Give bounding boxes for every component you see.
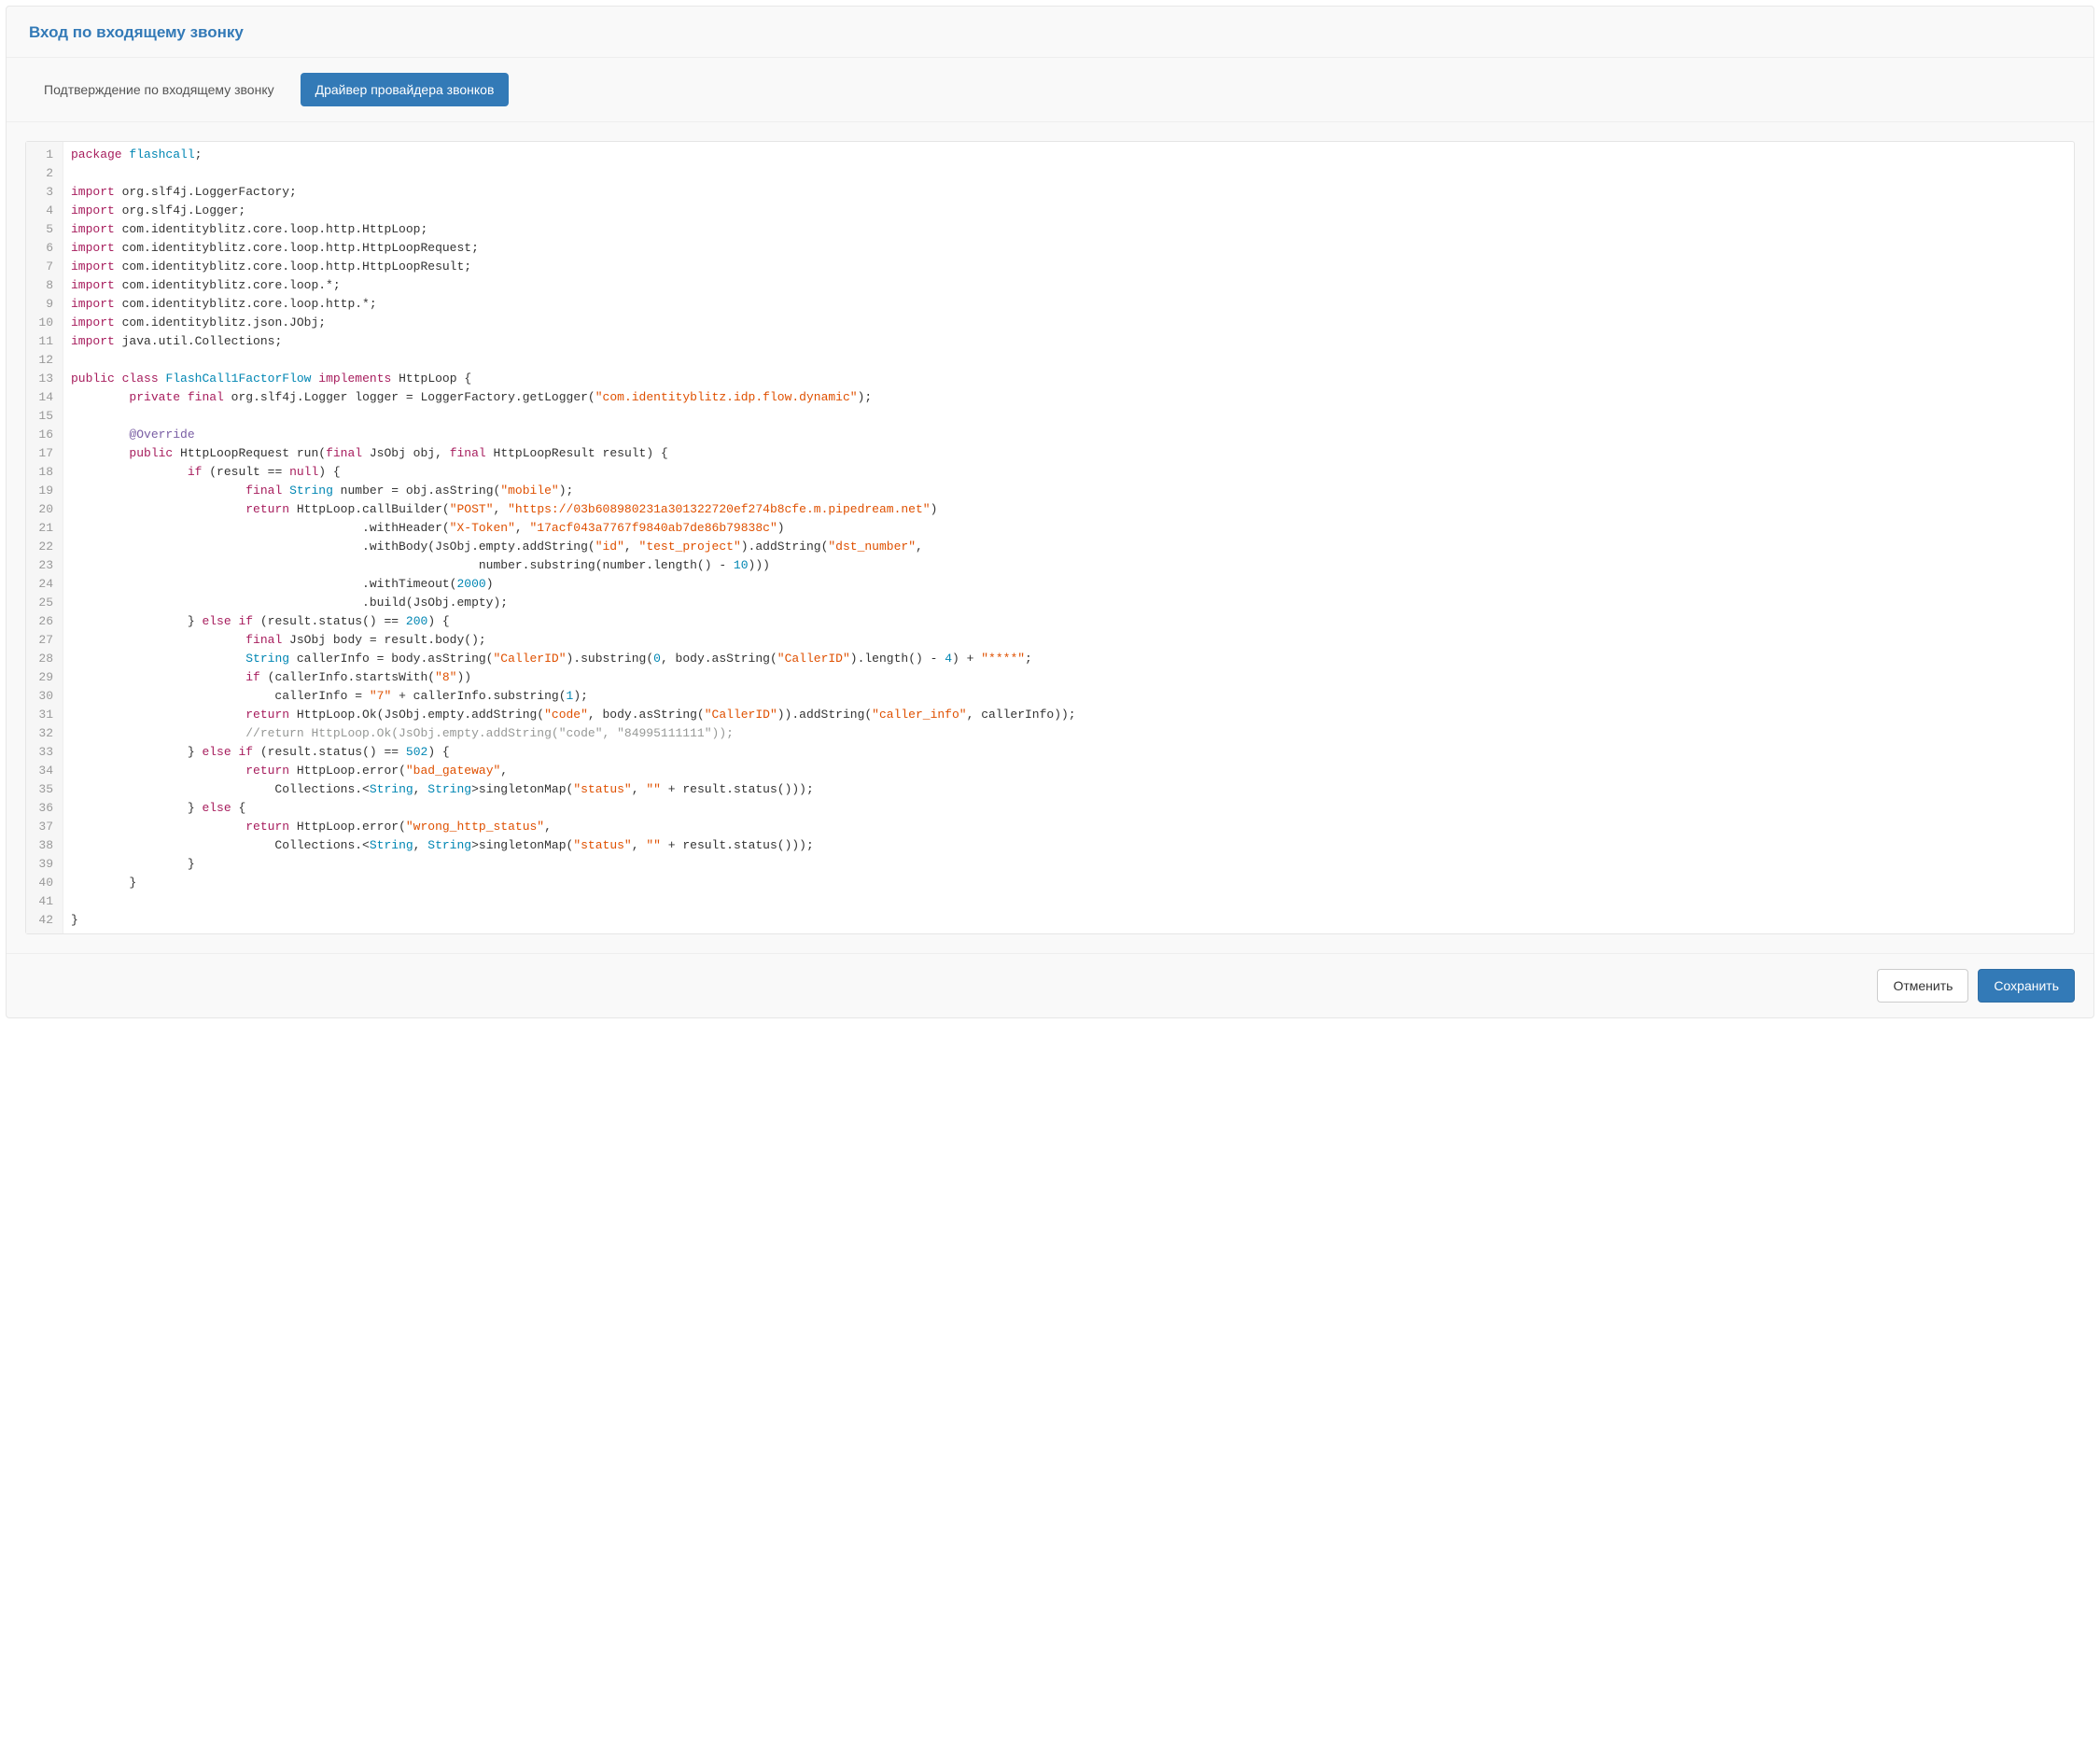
code-editor[interactable]: 1234567891011121314151617181920212223242… [25, 141, 2075, 934]
cancel-button[interactable]: Отменить [1877, 969, 1968, 1003]
tab-confirmation[interactable]: Подтверждение по входящему звонку [29, 73, 289, 106]
code-line[interactable]: } else { [71, 799, 2074, 818]
tab-driver[interactable]: Драйвер провайдера звонков [301, 73, 510, 106]
code-line[interactable] [71, 407, 2074, 426]
code-line[interactable]: import com.identityblitz.core.loop.http.… [71, 220, 2074, 239]
code-line[interactable]: import org.slf4j.LoggerFactory; [71, 183, 2074, 202]
code-line[interactable]: final String number = obj.asString("mobi… [71, 482, 2074, 500]
code-line[interactable]: } else if (result.status() == 502) { [71, 743, 2074, 762]
code-gutter: 1234567891011121314151617181920212223242… [26, 142, 63, 933]
code-line[interactable]: import java.util.Collections; [71, 332, 2074, 351]
code-line[interactable]: return HttpLoop.error("wrong_http_status… [71, 818, 2074, 836]
panel-header: Вход по входящему звонку [7, 7, 2093, 58]
code-line[interactable] [71, 892, 2074, 911]
code-lines[interactable]: package flashcall; import org.slf4j.Logg… [63, 142, 2074, 933]
code-line[interactable]: import com.identityblitz.core.loop.http.… [71, 239, 2074, 258]
code-line[interactable]: import com.identityblitz.core.loop.http.… [71, 258, 2074, 276]
code-line[interactable]: number.substring(number.length() - 10))) [71, 556, 2074, 575]
panel-title: Вход по входящему звонку [29, 23, 2071, 42]
code-line[interactable]: return HttpLoop.Ok(JsObj.empty.addString… [71, 706, 2074, 724]
code-line[interactable]: public HttpLoopRequest run(final JsObj o… [71, 444, 2074, 463]
code-line[interactable]: Collections.<String, String>singletonMap… [71, 836, 2074, 855]
code-line[interactable]: return HttpLoop.error("bad_gateway", [71, 762, 2074, 780]
code-line[interactable]: private final org.slf4j.Logger logger = … [71, 388, 2074, 407]
footer-bar: Отменить Сохранить [7, 953, 2093, 1017]
code-line[interactable] [71, 351, 2074, 370]
code-line[interactable]: .withBody(JsObj.empty.addString("id", "t… [71, 538, 2074, 556]
tabs-bar: Подтверждение по входящему звонку Драйве… [7, 58, 2093, 122]
code-line[interactable]: } [71, 874, 2074, 892]
code-line[interactable] [71, 164, 2074, 183]
code-line[interactable]: if (result == null) { [71, 463, 2074, 482]
save-button[interactable]: Сохранить [1978, 969, 2075, 1003]
code-line[interactable]: if (callerInfo.startsWith("8")) [71, 668, 2074, 687]
code-line[interactable]: @Override [71, 426, 2074, 444]
code-line[interactable]: public class FlashCall1FactorFlow implem… [71, 370, 2074, 388]
code-line[interactable]: package flashcall; [71, 146, 2074, 164]
code-line[interactable]: final JsObj body = result.body(); [71, 631, 2074, 650]
code-line[interactable]: .withHeader("X-Token", "17acf043a7767f98… [71, 519, 2074, 538]
code-line[interactable]: import com.identityblitz.core.loop.http.… [71, 295, 2074, 314]
code-line[interactable]: } [71, 855, 2074, 874]
content-area: 1234567891011121314151617181920212223242… [7, 122, 2093, 953]
code-line[interactable]: .build(JsObj.empty); [71, 594, 2074, 612]
main-panel: Вход по входящему звонку Подтверждение п… [6, 6, 2094, 1018]
code-line[interactable]: import com.identityblitz.core.loop.*; [71, 276, 2074, 295]
code-line[interactable]: return HttpLoop.callBuilder("POST", "htt… [71, 500, 2074, 519]
code-line[interactable]: import org.slf4j.Logger; [71, 202, 2074, 220]
code-line[interactable]: } [71, 911, 2074, 930]
code-line[interactable]: //return HttpLoop.Ok(JsObj.empty.addStri… [71, 724, 2074, 743]
code-line[interactable]: callerInfo = "7" + callerInfo.substring(… [71, 687, 2074, 706]
code-line[interactable]: import com.identityblitz.json.JObj; [71, 314, 2074, 332]
code-line[interactable]: } else if (result.status() == 200) { [71, 612, 2074, 631]
code-line[interactable]: String callerInfo = body.asString("Calle… [71, 650, 2074, 668]
code-line[interactable]: .withTimeout(2000) [71, 575, 2074, 594]
code-line[interactable]: Collections.<String, String>singletonMap… [71, 780, 2074, 799]
